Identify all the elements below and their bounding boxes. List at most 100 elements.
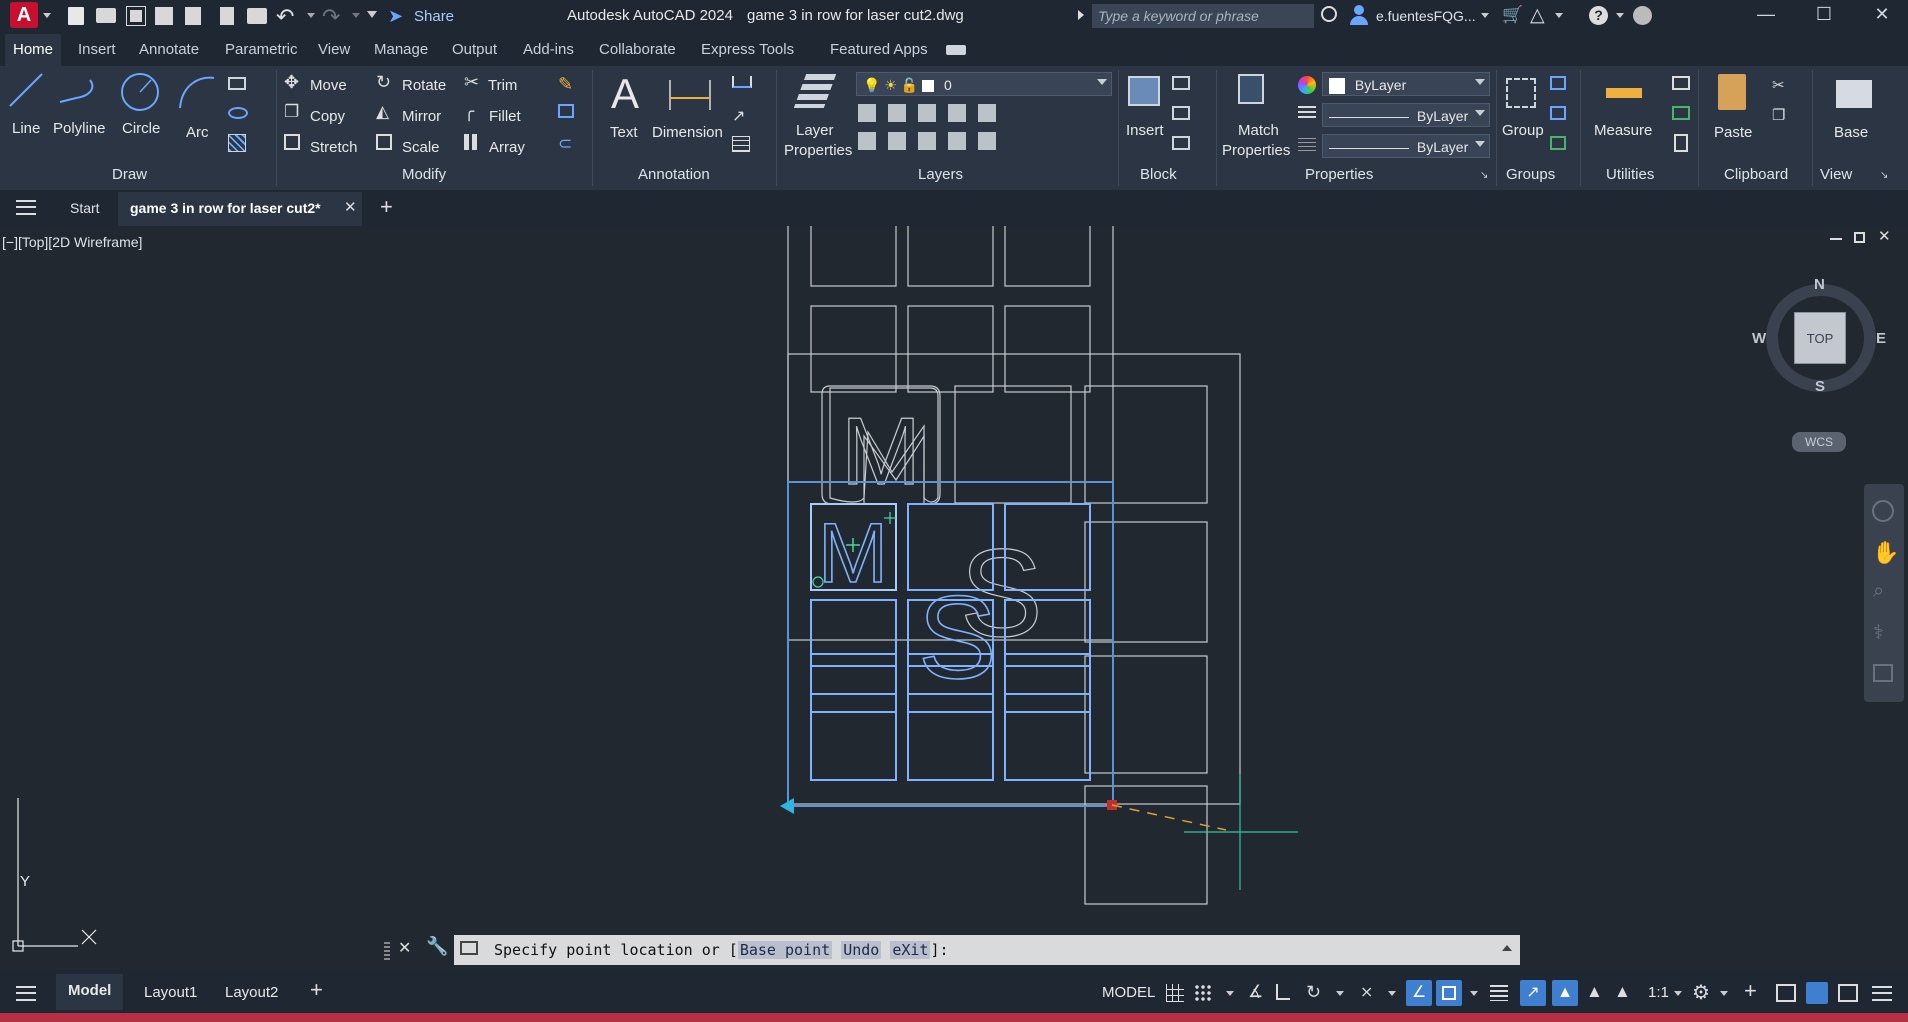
layer-tools-row-1[interactable]: [858, 104, 998, 122]
copy-button[interactable]: Copy: [310, 108, 345, 125]
copy-clip-icon[interactable]: ❐: [1772, 106, 1785, 124]
move-button[interactable]: Move: [310, 77, 347, 94]
option-exit[interactable]: eXit: [890, 941, 931, 959]
units-icon[interactable]: [1776, 984, 1796, 1002]
orbit-icon[interactable]: ⚕: [1873, 620, 1884, 645]
customization-menu-icon[interactable]: [1872, 986, 1892, 1001]
color-dropdown[interactable]: ByLayer: [1322, 72, 1490, 96]
tab-parametric[interactable]: Parametric: [225, 41, 298, 58]
option-base-point[interactable]: Base point: [737, 941, 833, 959]
plot-icon[interactable]: [247, 8, 267, 24]
command-customize-icon[interactable]: 🔧: [426, 936, 448, 957]
ribbon-minimize-icon[interactable]: [946, 45, 966, 55]
scale-dropdown-icon[interactable]: [1674, 991, 1682, 996]
fillet-icon[interactable]: ╭: [464, 102, 474, 122]
trim-button[interactable]: Trim: [488, 77, 517, 94]
copy-icon[interactable]: ❐: [284, 102, 299, 122]
color-wheel-icon[interactable]: [1298, 76, 1316, 94]
viewcube-top-face[interactable]: TOP: [1794, 312, 1846, 364]
isodraft-dropdown-icon[interactable]: [1388, 991, 1396, 996]
table-icon[interactable]: [732, 136, 750, 152]
group-edit-icon[interactable]: [1550, 106, 1566, 120]
trim-icon[interactable]: ✂: [464, 72, 479, 93]
scale-icon[interactable]: [376, 134, 392, 150]
layer-dropdown[interactable]: 💡 ☀ 🔓 0: [856, 72, 1112, 96]
maximize-icon[interactable]: ☐: [1812, 4, 1836, 28]
match-properties-button[interactable]: Match Properties: [1222, 70, 1294, 160]
polyline-button[interactable]: Polyline: [50, 70, 110, 138]
arc-button[interactable]: Arc: [174, 70, 218, 150]
rotate-button[interactable]: Rotate: [402, 77, 446, 94]
measure-button[interactable]: Measure: [1590, 70, 1660, 150]
pan-hand-icon[interactable]: ✋: [1872, 540, 1899, 566]
array-icon[interactable]: [464, 134, 480, 150]
feedback-icon[interactable]: [1633, 6, 1652, 25]
select-all-icon[interactable]: [1672, 106, 1690, 120]
object-snap-icon[interactable]: [1436, 980, 1462, 1006]
annotation-scale-value[interactable]: 1:1: [1648, 984, 1669, 1001]
tab-annotate[interactable]: Annotate: [139, 41, 199, 58]
annotation-monitor-icon[interactable]: +: [1744, 978, 1757, 1004]
calculator-icon[interactable]: [1674, 134, 1688, 152]
edit-block-icon[interactable]: [1172, 106, 1190, 120]
lineweight-icon[interactable]: [1298, 106, 1316, 120]
undo-dropdown-icon[interactable]: [307, 13, 315, 18]
linetype-dropdown[interactable]: ByLayer: [1322, 103, 1490, 127]
drawing-viewport[interactable]: [−][Top][2D Wireframe] ✕ M S M S Y TOP N…: [0, 226, 1908, 970]
mirror-button[interactable]: Mirror: [402, 108, 441, 125]
layout-menu-icon[interactable]: [16, 986, 36, 1001]
block-panel-title[interactable]: Block: [1140, 166, 1177, 183]
fillet-button[interactable]: Fillet: [489, 108, 521, 125]
stretch-button[interactable]: Stretch: [310, 139, 358, 156]
paste-button[interactable]: Paste: [1708, 70, 1760, 150]
line-button[interactable]: Line: [4, 70, 48, 138]
share-button[interactable]: Share: [414, 8, 454, 25]
zoom-extents-icon[interactable]: ⌕: [1873, 580, 1884, 603]
command-close-icon[interactable]: ✕: [398, 938, 411, 958]
layer-tools-row-2[interactable]: [858, 132, 998, 150]
lineweight-dropdown[interactable]: ByLayer: [1322, 134, 1490, 158]
isolate-objects-icon[interactable]: [1838, 984, 1858, 1002]
grid-icon[interactable]: [1166, 984, 1184, 1002]
circle-button[interactable]: Circle: [115, 70, 165, 150]
showmotion-icon[interactable]: [1873, 664, 1893, 682]
tab-view[interactable]: View: [318, 41, 350, 58]
rectangle-icon[interactable]: [228, 77, 246, 90]
linear-dim-icon[interactable]: [732, 76, 752, 88]
command-input[interactable]: Specify point location or [Base point Un…: [454, 935, 1520, 965]
infer-constraints-icon[interactable]: ∡: [1248, 982, 1263, 1002]
command-expand-icon[interactable]: [1502, 945, 1512, 951]
export-icon[interactable]: [220, 7, 234, 25]
new-file-icon[interactable]: [68, 7, 84, 25]
insert-block-button[interactable]: Insert: [1122, 70, 1168, 150]
base-button[interactable]: Base: [1826, 70, 1882, 150]
layers-panel-title[interactable]: Layers: [918, 166, 963, 183]
redo-dropdown-icon[interactable]: [352, 13, 360, 18]
modify-panel-title[interactable]: Modify: [402, 166, 446, 183]
workspace-dropdown-icon[interactable]: [1720, 991, 1728, 996]
leader-icon[interactable]: ↗: [732, 106, 745, 126]
snap-icon[interactable]: [1194, 984, 1212, 1002]
search-icon[interactable]: [1321, 6, 1337, 22]
hatch-icon[interactable]: [228, 134, 246, 152]
ortho-icon[interactable]: [1276, 984, 1290, 1000]
utilities-panel-title[interactable]: Utilities: [1606, 166, 1654, 183]
search-input[interactable]: Type a keyword or phrase: [1092, 4, 1314, 28]
tab-add-ins[interactable]: Add-ins: [523, 41, 574, 58]
ungroup-icon[interactable]: [1550, 76, 1566, 90]
erase-icon[interactable]: ✎: [558, 74, 573, 95]
view-panel-title[interactable]: View: [1820, 166, 1852, 183]
save-icon[interactable]: [126, 6, 146, 26]
close-tab-icon[interactable]: ✕: [344, 198, 357, 216]
minimize-icon[interactable]: —: [1754, 4, 1778, 28]
block-attribute-icon[interactable]: [1172, 136, 1190, 150]
compass-south[interactable]: S: [1815, 378, 1825, 395]
groups-panel-title[interactable]: Groups: [1506, 166, 1555, 183]
model-space-toggle[interactable]: MODEL: [1102, 984, 1155, 1001]
customize-qat-icon[interactable]: [367, 11, 377, 18]
share-icon[interactable]: ➤: [388, 6, 403, 27]
tab-insert[interactable]: Insert: [78, 41, 116, 58]
cut-icon[interactable]: ✂: [1772, 76, 1785, 94]
close-icon[interactable]: ✕: [1870, 4, 1894, 28]
ellipse-icon[interactable]: [228, 107, 248, 119]
